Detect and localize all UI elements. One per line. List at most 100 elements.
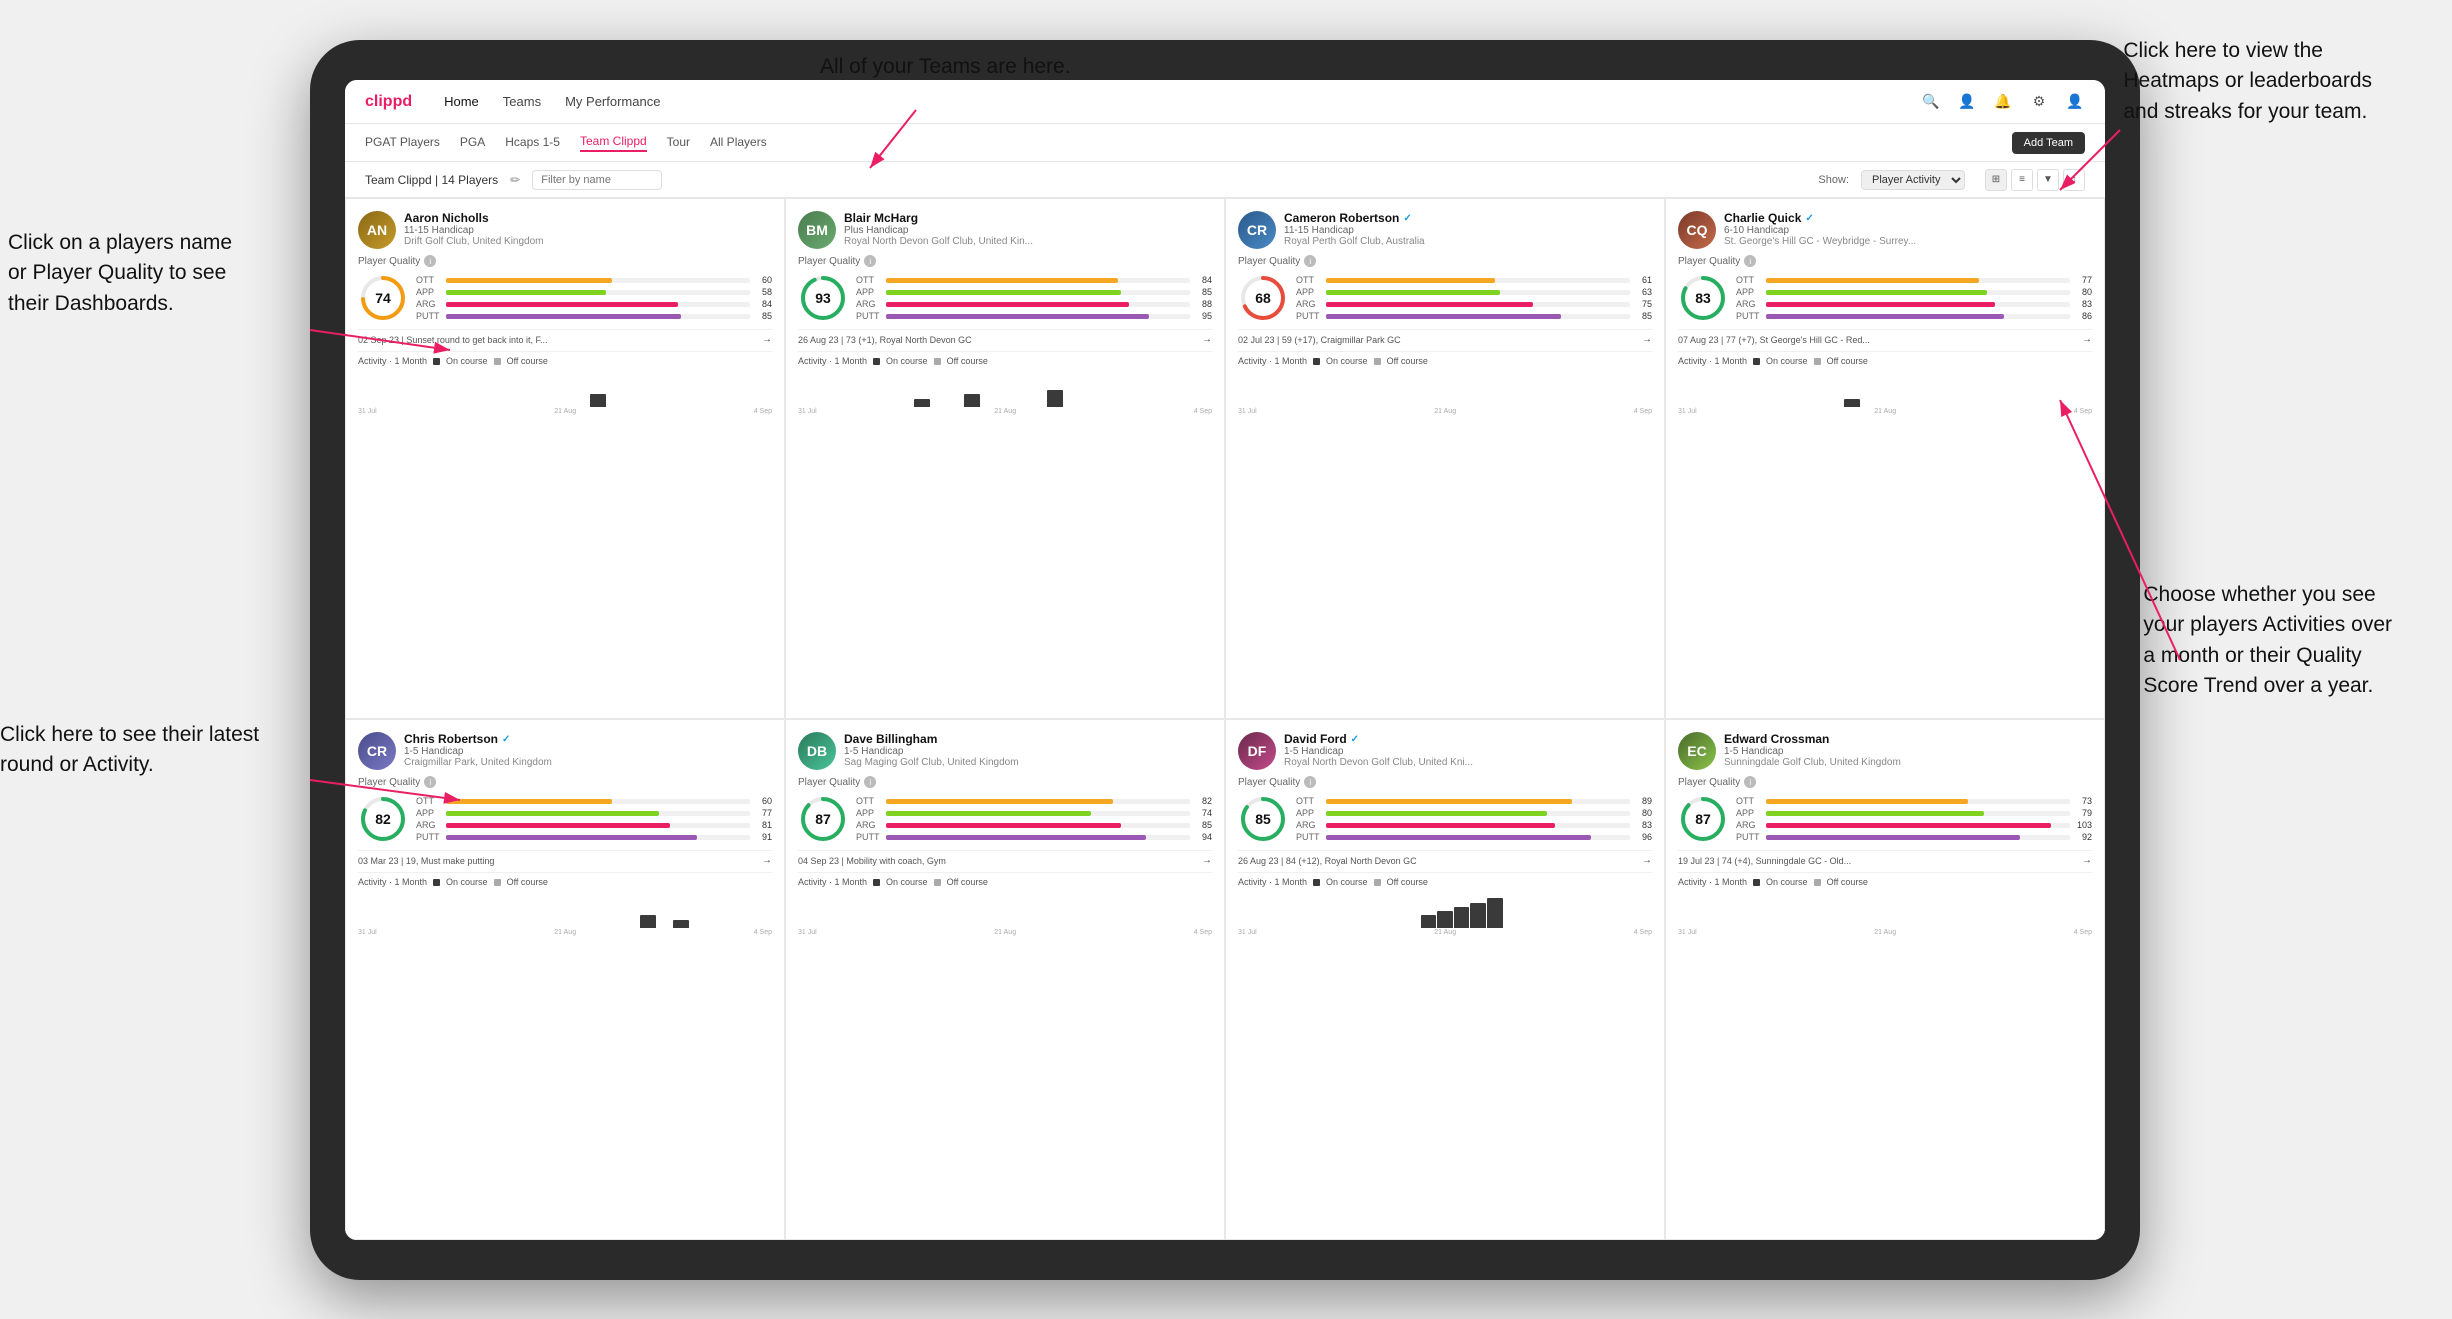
chart-bar (1570, 406, 1586, 407)
last-round[interactable]: 02 Sep 23 | Sunset round to get back int… (358, 329, 772, 345)
last-round-arrow[interactable]: → (2082, 334, 2092, 345)
grid-view-button[interactable]: ⊞ (1985, 169, 2007, 191)
stat-row: ARG 88 (856, 299, 1212, 309)
last-round-arrow[interactable]: → (1642, 855, 1652, 866)
chart-bar (864, 406, 880, 407)
on-course-label: On course (1326, 356, 1368, 366)
chart-bar (756, 406, 772, 407)
off-course-legend (1814, 879, 1821, 886)
quality-row[interactable]: 68 OTT 61 APP 63 ARG 75 PUTT (1238, 273, 1652, 323)
player-name[interactable]: Chris Robertson ✓ (404, 732, 772, 746)
last-round[interactable]: 04 Sep 23 | Mobility with coach, Gym → (798, 850, 1212, 866)
player-name[interactable]: Edward Crossman (1724, 732, 2092, 746)
last-round[interactable]: 07 Aug 23 | 77 (+7), St George's Hill GC… (1678, 329, 2092, 345)
user-icon[interactable]: 👤 (1957, 92, 1977, 112)
stat-value: 82 (1194, 796, 1212, 806)
quality-row[interactable]: 87 OTT 73 APP 79 ARG 103 PUTT (1678, 794, 2092, 844)
last-round-arrow[interactable]: → (762, 334, 772, 345)
quality-row[interactable]: 87 OTT 82 APP 74 ARG 85 PUTT (798, 794, 1212, 844)
on-course-label: On course (886, 877, 928, 887)
player-name[interactable]: Charlie Quick ✓ (1724, 211, 2092, 225)
player-name[interactable]: David Ford ✓ (1284, 732, 1652, 746)
filter-input[interactable] (532, 170, 662, 190)
stats-bars: OTT 84 APP 85 ARG 88 PUTT 9 (856, 275, 1212, 321)
chart-bar (1371, 927, 1387, 928)
player-avatar: CQ (1678, 211, 1716, 249)
edit-icon[interactable]: ✏ (510, 173, 520, 187)
stat-row: ARG 85 (856, 820, 1212, 830)
last-round[interactable]: 26 Aug 23 | 84 (+12), Royal North Devon … (1238, 850, 1652, 866)
last-round-arrow[interactable]: → (762, 855, 772, 866)
player-club: Sunningdale Golf Club, United Kingdom (1724, 757, 2092, 768)
player-name[interactable]: Dave Billingham (844, 732, 1212, 746)
score-circle[interactable]: 82 (358, 794, 408, 844)
stats-bars: OTT 82 APP 74 ARG 85 PUTT 9 (856, 796, 1212, 842)
chart-bar (1894, 406, 1910, 407)
player-name[interactable]: Blair McHarg (844, 211, 1212, 225)
sub-nav-hcaps[interactable]: Hcaps 1-5 (505, 135, 560, 151)
chart-bar (1827, 406, 1843, 407)
player-name[interactable]: Aaron Nicholls (404, 211, 772, 225)
chart-bar (848, 406, 864, 407)
sub-nav-pga[interactable]: PGA (460, 135, 485, 151)
nav-teams[interactable]: Teams (503, 94, 541, 109)
last-round[interactable]: 03 Mar 23 | 19, Must make putting → (358, 850, 772, 866)
score-circle[interactable]: 68 (1238, 273, 1288, 323)
last-round-arrow[interactable]: → (2082, 855, 2092, 866)
stats-bars: OTT 60 APP 58 ARG 84 PUTT 8 (416, 275, 772, 321)
bell-icon[interactable]: 🔔 (1993, 92, 2013, 112)
app-logo[interactable]: clippd (365, 93, 412, 111)
sub-nav-tour[interactable]: Tour (667, 135, 690, 151)
player-avatar: CR (358, 732, 396, 770)
mini-chart (1238, 369, 1652, 407)
chart-bar (964, 927, 980, 928)
player-name[interactable]: Cameron Robertson ✓ (1284, 211, 1652, 225)
sub-nav-pgat[interactable]: PGAT Players (365, 135, 440, 151)
search-icon[interactable]: 🔍 (1921, 92, 1941, 112)
add-team-button[interactable]: Add Team (2012, 132, 2085, 154)
info-icon: i (1744, 776, 1756, 788)
score-circle[interactable]: 93 (798, 273, 848, 323)
sub-nav-team-clippd[interactable]: Team Clippd (580, 134, 647, 152)
score-circle[interactable]: 85 (1238, 794, 1288, 844)
player-card: CQ Charlie Quick ✓ 6-10 Handicap St. Geo… (1665, 198, 2105, 719)
chart-bar (1321, 927, 1337, 928)
player-card: BM Blair McHarg Plus Handicap Royal Nort… (785, 198, 1225, 719)
last-round[interactable]: 19 Jul 23 | 74 (+4), Sunningdale GC - Ol… (1678, 850, 2092, 866)
list-view-button[interactable]: ≡ (2011, 169, 2033, 191)
score-circle[interactable]: 83 (1678, 273, 1728, 323)
stat-bar-track (1326, 835, 1630, 840)
quality-row[interactable]: 74 OTT 60 APP 58 ARG 84 PUTT (358, 273, 772, 323)
last-round-arrow[interactable]: → (1202, 334, 1212, 345)
chart-bar (981, 406, 997, 407)
stat-row: PUTT 96 (1296, 832, 1652, 842)
nav-home[interactable]: Home (444, 94, 479, 109)
chart-bar (640, 915, 656, 928)
last-round-arrow[interactable]: → (1642, 334, 1652, 345)
quality-row[interactable]: 93 OTT 84 APP 85 ARG 88 PUTT (798, 273, 1212, 323)
stat-label: ARG (1296, 299, 1322, 309)
settings-icon[interactable]: ⚙ (2029, 92, 2049, 112)
off-course-label: Off course (1827, 877, 1868, 887)
player-info: Edward Crossman 1-5 Handicap Sunningdale… (1724, 732, 2092, 768)
sub-nav-all-players[interactable]: All Players (710, 135, 767, 151)
show-select[interactable]: Player Activity (1861, 170, 1965, 190)
quality-row[interactable]: 82 OTT 60 APP 77 ARG 81 PUTT (358, 794, 772, 844)
chart-bar (1636, 927, 1652, 928)
last-round-arrow[interactable]: → (1202, 855, 1212, 866)
avatar-icon[interactable]: 👤 (2065, 92, 2085, 112)
score-circle[interactable]: 87 (1678, 794, 1728, 844)
quality-row[interactable]: 85 OTT 89 APP 80 ARG 83 PUTT (1238, 794, 1652, 844)
stat-value: 84 (754, 299, 772, 309)
filter-button[interactable]: ▼ (2037, 169, 2059, 191)
last-round[interactable]: 26 Aug 23 | 73 (+1), Royal North Devon G… (798, 329, 1212, 345)
last-round[interactable]: 02 Jul 23 | 59 (+17), Craigmillar Park G… (1238, 329, 1652, 345)
sort-button[interactable]: ↕ (2063, 169, 2085, 191)
chart-bar (1255, 406, 1271, 407)
score-circle[interactable]: 74 (358, 273, 408, 323)
quality-row[interactable]: 83 OTT 77 APP 80 ARG 83 PUTT (1678, 273, 2092, 323)
chart-bar (1030, 406, 1046, 407)
score-circle[interactable]: 87 (798, 794, 848, 844)
chart-bar (2076, 406, 2092, 407)
nav-my-performance[interactable]: My Performance (565, 94, 660, 109)
